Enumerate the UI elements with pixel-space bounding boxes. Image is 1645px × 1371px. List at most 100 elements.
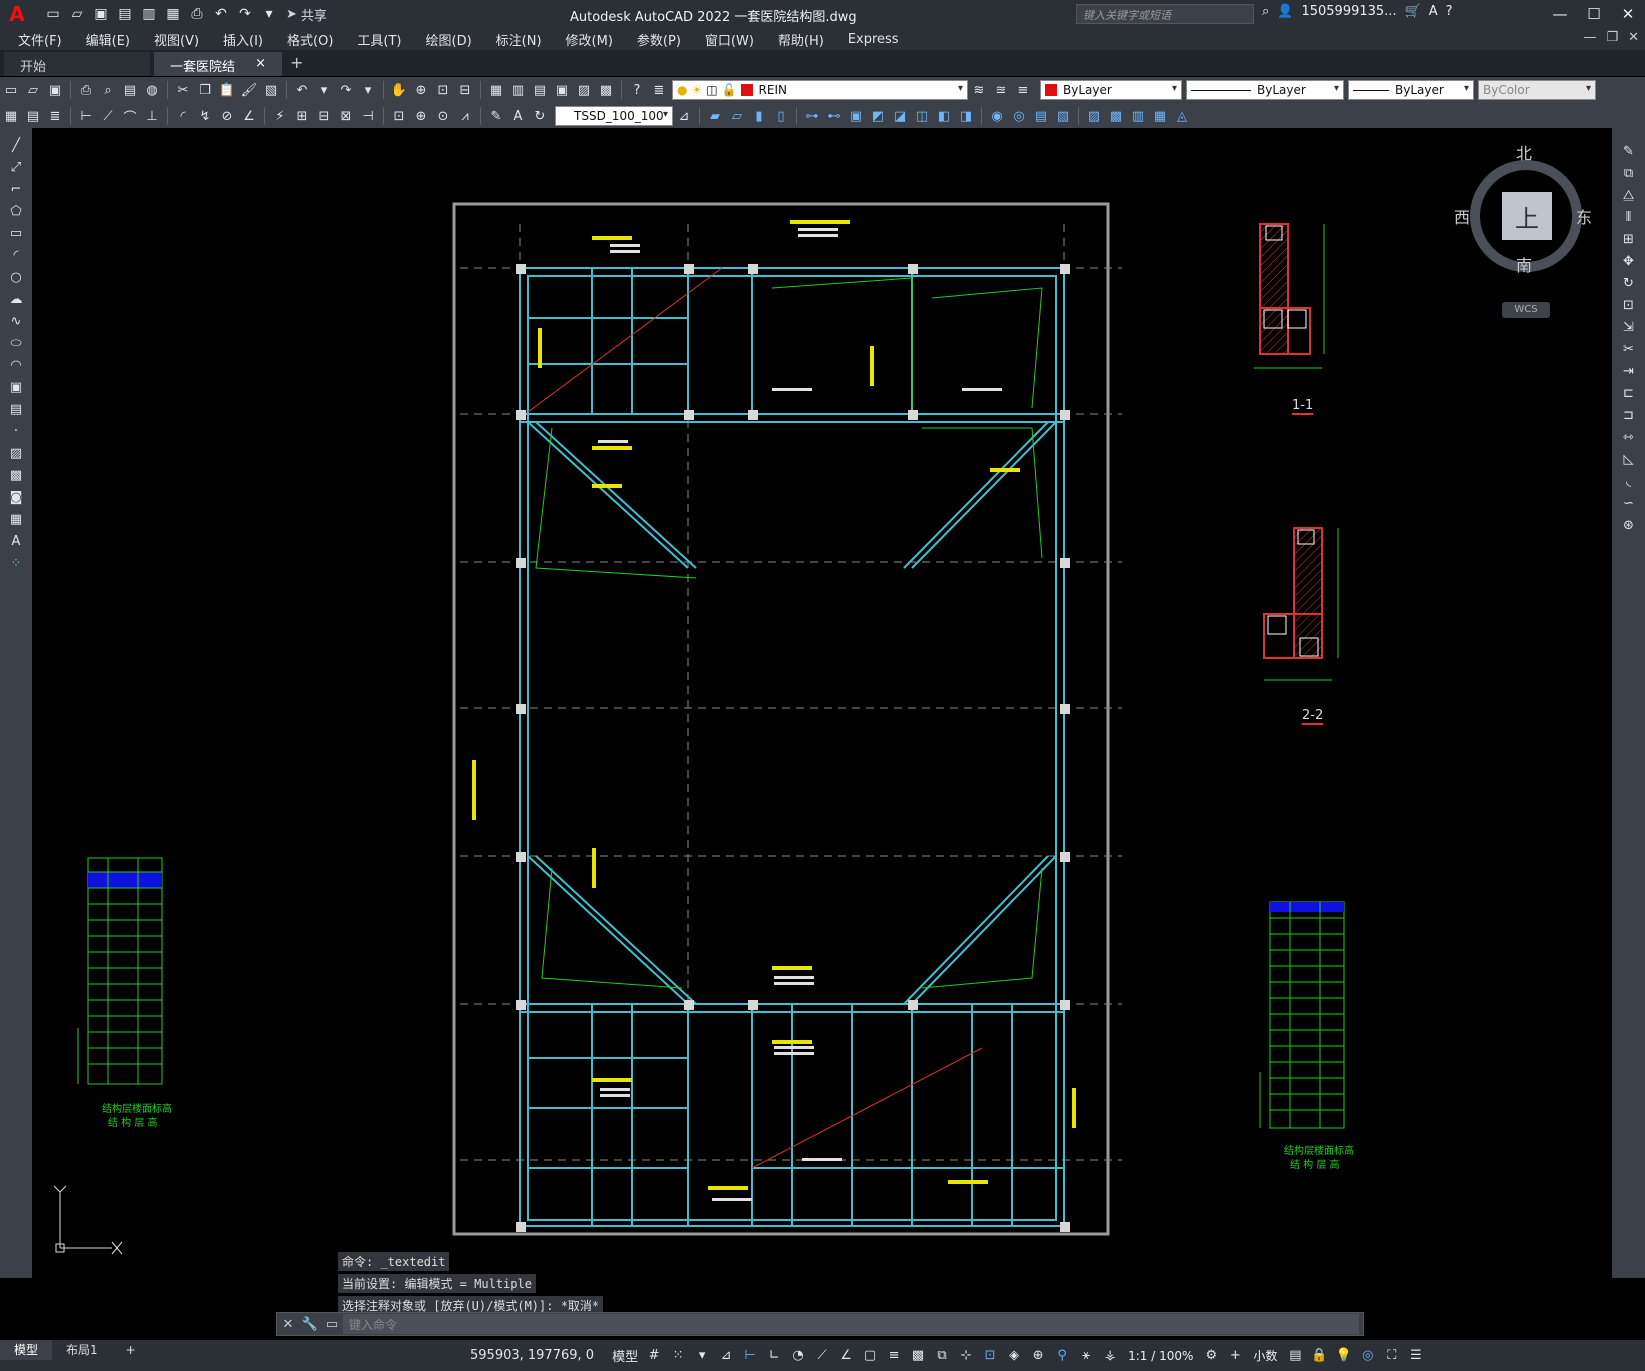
jogged-linear-icon[interactable]: ⩘ [455, 106, 475, 126]
menu-modify[interactable]: 修改(M) [566, 30, 613, 49]
baseline-dim-icon[interactable]: ⊞ [292, 106, 312, 126]
add-selected-icon[interactable]: ⁘ [6, 553, 26, 573]
menu-edit[interactable]: 编辑(E) [86, 30, 130, 49]
command-customize-icon[interactable]: 🔧 [300, 1314, 320, 1334]
gizmo-icon[interactable]: ⊕ [1028, 1345, 1048, 1367]
lineweight-icon[interactable]: ≡ [884, 1345, 904, 1367]
line-icon[interactable]: ╱ [6, 135, 26, 155]
tab-start[interactable]: 开始 [4, 52, 150, 76]
cut-icon[interactable]: ✂ [173, 80, 193, 100]
selection-filter-icon[interactable]: ◈ [1004, 1345, 1024, 1367]
ellipse-arc-icon[interactable]: ◠ [6, 355, 26, 375]
region-icon[interactable]: ◙ [6, 487, 26, 507]
tssd-opening-icon[interactable]: ▧ [1053, 106, 1073, 126]
arc-icon[interactable]: ◜ [6, 245, 26, 265]
command-prompt-icon[interactable]: ▭ [322, 1314, 342, 1334]
sheet-set-icon[interactable]: ▣ [552, 80, 572, 100]
center-mark-icon[interactable]: ⊕ [411, 106, 431, 126]
tssd-slab-icon[interactable]: ▯ [771, 106, 791, 126]
help-icon[interactable]: ? [627, 80, 647, 100]
layer-on-icon[interactable]: ● [677, 83, 687, 97]
save-icon[interactable]: ▣ [90, 3, 112, 25]
search-input[interactable]: 键入关键字或短语 [1076, 4, 1254, 24]
angular-dim-icon[interactable]: ∠ [239, 106, 259, 126]
layer-vp-icon[interactable]: ◫ [706, 83, 717, 97]
tssd-rebar-icon[interactable]: ▣ [846, 106, 866, 126]
make-block-icon[interactable]: ▤ [6, 399, 26, 419]
open-web-icon[interactable]: ▥ [138, 3, 160, 25]
offset-icon[interactable]: ⫴ [1619, 207, 1639, 227]
revcloud-icon[interactable]: ☁ [6, 289, 26, 309]
object-snap-tracking-icon[interactable]: ∠ [836, 1345, 856, 1367]
tssd-text-icon[interactable]: ◧ [934, 106, 954, 126]
drawing-canvas[interactable]: 1-1 2-2 结构层楼面标高 结 构 层 高 结构层楼面标高 结 构 层 高 [32, 128, 1612, 1274]
paste-icon[interactable]: 📋 [217, 80, 237, 100]
viewcube-north[interactable]: 北 [1516, 140, 1532, 164]
design-center-icon[interactable]: ▥ [508, 80, 528, 100]
tssd-tools5-icon[interactable]: ◬ [1172, 106, 1192, 126]
new-icon[interactable]: ▭ [1, 80, 21, 100]
menu-parametric[interactable]: 参数(P) [637, 30, 681, 49]
tssd-beam-icon[interactable]: ▰ [705, 106, 725, 126]
markup-icon[interactable]: ▨ [574, 80, 594, 100]
rectangle-icon[interactable]: ▭ [6, 223, 26, 243]
isolate-objects-icon[interactable]: 💡 [1334, 1345, 1354, 1367]
undo-icon[interactable]: ↶ [210, 3, 232, 25]
dim-style-manager-icon[interactable]: ⊿ [674, 106, 694, 126]
stretch-icon[interactable]: ⇲ [1619, 317, 1639, 337]
search-icon[interactable]: ⌕ [1262, 4, 1269, 19]
quick-properties-icon[interactable]: ▤ [1285, 1345, 1305, 1367]
copy-object-icon[interactable]: ⧉ [1619, 163, 1639, 183]
mirror-icon[interactable]: ⧋ [1619, 185, 1639, 205]
radius-dim-icon[interactable]: ◜ [173, 106, 193, 126]
new-file-icon[interactable]: ▭ [42, 3, 64, 25]
zoom-realtime-icon[interactable]: ⊕ [411, 80, 431, 100]
layer-lock-icon[interactable]: 🔓 [722, 83, 737, 97]
customization-menu-icon[interactable]: ☰ [1406, 1345, 1426, 1367]
tssd-tools3-icon[interactable]: ▥ [1128, 106, 1148, 126]
command-close-icon[interactable]: ✕ [278, 1314, 298, 1334]
cart-icon[interactable]: 🛒 [1405, 4, 1421, 19]
table-icon[interactable]: ▦ [6, 509, 26, 529]
user-icon[interactable]: 👤 [1277, 4, 1293, 19]
redo-icon[interactable]: ↷ [234, 3, 256, 25]
3d-osnap-icon[interactable]: ⊹ [956, 1345, 976, 1367]
layer-freeze-icon[interactable]: ☀ [691, 83, 702, 97]
ordinate-dim-icon[interactable]: ⊥ [142, 106, 162, 126]
layer-dropdown[interactable]: ● ☀ ◫ 🔓 REIN ▾ [672, 80, 968, 100]
polar-tracking-icon[interactable]: ◔ [788, 1345, 808, 1367]
wcs-menu-button[interactable]: WCS [1502, 302, 1550, 318]
tssd-tools4-icon[interactable]: ▦ [1150, 106, 1170, 126]
erase-icon[interactable]: ✎ [1619, 141, 1639, 161]
doc-close-icon[interactable]: ✕ [1628, 30, 1639, 45]
dim-break-icon[interactable]: ⊣ [358, 106, 378, 126]
command-input[interactable]: 键入命令 [343, 1314, 1359, 1334]
gradient-icon[interactable]: ▩ [6, 465, 26, 485]
properties-icon[interactable]: ▦ [486, 80, 506, 100]
menu-window[interactable]: 窗口(W) [705, 30, 754, 49]
tolerance-icon[interactable]: ⊡ [389, 106, 409, 126]
tssd-tools1-icon[interactable]: ▨ [1084, 106, 1104, 126]
polyline-icon[interactable]: ⌐ [6, 179, 26, 199]
ortho-icon[interactable]: ∟ [764, 1345, 784, 1367]
polygon-icon[interactable]: ⬠ [6, 201, 26, 221]
trim-icon[interactable]: ✂ [1619, 339, 1639, 359]
publish-icon[interactable]: ▤ [120, 80, 140, 100]
dim-text-edit-icon[interactable]: A [508, 106, 528, 126]
ellipse-icon[interactable]: ⬭ [6, 333, 26, 353]
viewcube[interactable]: 上 北 南 西 东 [1454, 140, 1592, 280]
dim-space-icon[interactable]: ⊠ [336, 106, 356, 126]
infer-constraints-icon[interactable]: ⊿ [716, 1345, 736, 1367]
open-file-icon[interactable]: ▱ [66, 3, 88, 25]
tssd-pile-icon[interactable]: ◎ [1009, 106, 1029, 126]
close-icon[interactable]: ✕ [1611, 0, 1645, 28]
dimstyle-dropdown[interactable]: TSSD_100_100 ▾ [555, 106, 673, 126]
continue-dim-icon[interactable]: ⊟ [314, 106, 334, 126]
menu-draw[interactable]: 绘图(D) [426, 30, 472, 49]
menu-insert[interactable]: 插入(I) [223, 30, 263, 49]
menu-view[interactable]: 视图(V) [154, 30, 199, 49]
tab-layout1[interactable]: 布局1 [52, 1340, 112, 1360]
scale-icon[interactable]: ⊡ [1619, 295, 1639, 315]
lock-ui-icon[interactable]: 🔒 [1309, 1345, 1329, 1367]
save-icon[interactable]: ▣ [45, 80, 65, 100]
